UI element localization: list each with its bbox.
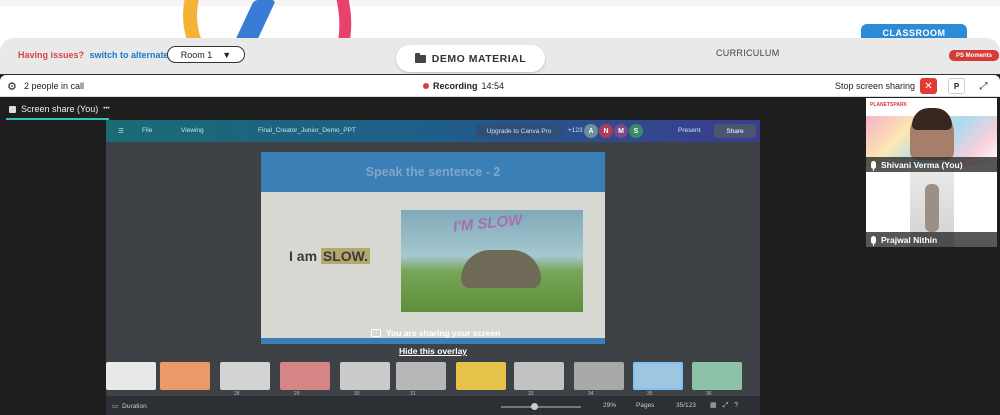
slide-thumbnail-selected[interactable]	[633, 362, 683, 390]
mic-icon	[871, 160, 876, 171]
present-button[interactable]: Present	[678, 127, 700, 134]
caret-down-icon: ▼	[222, 49, 232, 60]
overlay-message: You are sharing your screen	[386, 328, 501, 338]
more-icon[interactable]: •••	[103, 106, 109, 112]
slide-thumbnail[interactable]	[160, 362, 210, 390]
ps-moments-label: PS Moments	[955, 52, 992, 59]
slide-thumbnail[interactable]	[396, 362, 446, 390]
slide-thumbnail[interactable]	[220, 362, 270, 390]
slide-thumbnail[interactable]	[574, 362, 624, 390]
folder-icon	[414, 52, 426, 63]
upgrade-label: Upgrade to Canva Pro	[486, 127, 552, 135]
recording-time: 14:54	[481, 81, 505, 91]
demo-material-button[interactable]: DEMO MATERIAL	[396, 45, 545, 72]
room-select[interactable]: Room 1 ▼	[167, 46, 245, 63]
pages-button[interactable]: Pages	[636, 402, 654, 409]
slide: Speak the sentence - 2 I am SLOW. I'M SL…	[261, 152, 605, 344]
slide-thumbnail[interactable]	[514, 362, 564, 390]
gear-icon[interactable]: ⚙	[7, 80, 17, 93]
share-screen-icon: ↑	[371, 329, 381, 337]
participant-tile[interactable]: PLANETSPARK Shivani Verma (You)	[866, 98, 997, 172]
avatar: A	[584, 124, 598, 138]
zoom-value: 29%	[603, 402, 617, 409]
avatar: S	[629, 124, 643, 138]
canva-toolbar: ☰ File Viewing Final_Creator_Junior_Demo…	[106, 120, 760, 142]
hide-overlay-link[interactable]: Hide this overlay	[399, 346, 467, 356]
stop-share-button[interactable]: ✕	[920, 78, 937, 94]
issue-label: Having issues?	[18, 50, 85, 60]
image-caption: I'M SLOW	[452, 211, 524, 236]
cursor-icon: ↖	[503, 326, 512, 337]
stop-share-label: Stop screen sharing	[835, 81, 916, 91]
participant-figure	[925, 184, 939, 232]
fullscreen-icon[interactable]: ⤢	[975, 78, 992, 94]
recording-indicator: Recording 14:54	[423, 81, 504, 91]
upgrade-button[interactable]: Upgrade to Canva Pro	[476, 124, 562, 138]
slide-bottom-band	[261, 338, 605, 344]
duration-icon: ▭	[112, 403, 119, 410]
curriculum-tab[interactable]: CURRICULUM	[716, 48, 780, 58]
shared-screen: ☰ File Viewing Final_Creator_Junior_Demo…	[106, 120, 760, 415]
slide-sentence: I am SLOW.	[289, 248, 371, 264]
demo-material-label: DEMO MATERIAL	[431, 52, 527, 65]
file-menu[interactable]: File	[142, 127, 152, 134]
menu-icon[interactable]: ☰	[118, 127, 124, 135]
participant-name: Prajwal Nithin	[881, 234, 938, 245]
slide-thumbnail[interactable]	[456, 362, 506, 390]
share-label: Share	[726, 127, 744, 135]
viewing-menu[interactable]: Viewing	[181, 127, 204, 134]
turtle-image: I'M SLOW	[401, 210, 583, 312]
brand-logo: PLANETSPARK	[870, 102, 908, 108]
classroom-tab-label: CLASSROOM	[882, 27, 946, 38]
participant-name: Shivani Verma (You)	[881, 159, 963, 170]
slide-thumbnail[interactable]	[280, 362, 330, 390]
call-window: ⚙ 2 people in call Recording 14:54 Stop …	[0, 74, 1000, 415]
footer-icons[interactable]: ▦⤢?	[710, 401, 744, 410]
call-header: ⚙ 2 people in call Recording 14:54 Stop …	[0, 75, 1000, 97]
app-root: CLASSROOM Having issues? switch to alter…	[0, 0, 1000, 415]
slide-heading: Speak the sentence - 2	[261, 152, 605, 192]
sharing-overlay: ↑ You are sharing your screen	[371, 328, 500, 338]
canva-share-button[interactable]: Share	[714, 124, 756, 138]
duration-button[interactable]: ▭ Duration	[112, 402, 147, 411]
screen-icon	[9, 105, 16, 113]
slide-thumbnail[interactable]	[340, 362, 390, 390]
record-dot-icon	[423, 83, 429, 89]
slide-thumbnail[interactable]	[106, 362, 156, 390]
sentence-highlight: SLOW.	[320, 248, 371, 264]
zoom-slider[interactable]	[501, 406, 581, 408]
doc-title: Final_Creator_Junior_Demo_PPT	[258, 127, 356, 134]
participant-name-bar: Prajwal Nithin	[866, 232, 997, 247]
mic-icon	[871, 235, 876, 246]
top-band	[0, 0, 1000, 96]
people-count: 2 people in call	[24, 81, 85, 91]
p-button[interactable]: P	[948, 78, 965, 94]
participant-hair	[912, 108, 952, 130]
screen-share-tab[interactable]: Screen share (You) •••	[6, 99, 113, 119]
extra-count: +123	[568, 127, 583, 134]
participant-tile[interactable]: Prajwal Nithin	[866, 172, 997, 247]
avatar: N	[599, 124, 613, 138]
ps-moments-button[interactable]: PS Moments	[949, 50, 999, 61]
sentence-prefix: I am	[289, 248, 318, 264]
canva-footer: ▭ Duration 29% Pages 35/123 ▦⤢?	[106, 396, 760, 415]
turtle-shape	[461, 250, 541, 288]
participant-name-bar: Shivani Verma (You)	[866, 157, 997, 172]
zoom-handle[interactable]	[531, 403, 538, 410]
logo-strip	[0, 0, 1000, 6]
slide-thumbnail[interactable]	[692, 362, 742, 390]
tab-underline	[6, 118, 109, 120]
thumbnail-strip: 28 29 30 31 33 34 35 36	[106, 358, 760, 397]
screen-share-label: Screen share (You)	[21, 104, 99, 114]
duration-label: Duration	[122, 402, 147, 410]
room-select-value: Room 1	[180, 49, 213, 60]
page-count: 35/123	[676, 402, 696, 409]
avatar: M	[614, 124, 628, 138]
recording-label: Recording	[433, 81, 478, 91]
